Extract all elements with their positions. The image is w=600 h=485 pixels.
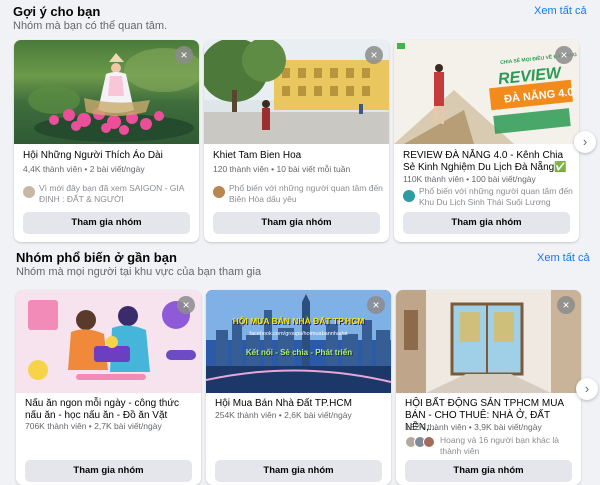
house-interior-photo (396, 290, 581, 393)
section-title: Gợi ý cho bạn (13, 4, 101, 19)
group-card[interactable]: HỘI MUA BÁN NHÀ ĐẤT TP.HCM facebook.com/… (206, 290, 391, 485)
group-stats: 120 thành viên • 10 bài viết mỗi tuần (213, 164, 351, 174)
group-reason-note: Phổ biến với những người quan tâm đến Bi… (229, 183, 383, 204)
avatar (423, 436, 435, 448)
group-cover-image[interactable]: CHIA SẺ MỌI ĐIỀU VỀ ĐÀ NẴNG REVIEW ĐÀ NẴ… (394, 40, 579, 144)
join-group-button[interactable]: Tham gia nhóm (213, 212, 380, 234)
group-reason-note: Vì mới đây bạn đã xem SAIGON - GIA ĐỊNH … (39, 183, 184, 204)
join-group-button[interactable]: Tham gia nhóm (405, 460, 572, 482)
group-name[interactable]: Nấu ăn ngon mỗi ngày - công thức nấu ăn … (25, 398, 195, 422)
popular-nearby-section: Nhóm phổ biến ở gần bạn Nhóm mà mọi ngườ… (0, 250, 600, 485)
group-stats: 706K thành viên • 2,7K bài viết/ngày (25, 421, 162, 431)
group-name[interactable]: REVIEW ĐÀ NẴNG 4.0 - Kênh Chia Sẻ Kinh N… (403, 150, 571, 174)
close-icon[interactable]: × (175, 46, 193, 64)
group-stats: 132K thành viên • 3,9K bài viết/ngày (405, 422, 542, 432)
banner-slogan: Kết nối - Sẻ chia - Phát triển (245, 348, 353, 357)
hcm-city-skyline (206, 290, 391, 393)
ao-dai-photo (28, 48, 199, 142)
avatar (213, 186, 225, 198)
group-card[interactable]: × Hội Những Người Thích Áo Dài 4,4K thàn… (14, 40, 199, 242)
school-photo (204, 40, 389, 144)
group-name[interactable]: Hội Mua Bán Nhà Đất TP.HCM (215, 398, 385, 410)
close-icon[interactable]: × (367, 296, 385, 314)
group-reason-note: Phổ biến với những người quan tâm đến Kh… (419, 186, 573, 207)
group-card[interactable]: × Khiet Tam Bien Hoa 120 thành viên • 10… (204, 40, 389, 242)
group-cover-image[interactable] (204, 40, 389, 144)
avatar (23, 186, 35, 198)
see-all-link[interactable]: Xem tất cả (537, 252, 590, 264)
suggested-section: Gợi ý cho bạn Nhóm mà bạn có thể quan tâ… (0, 0, 600, 250)
group-cover-image[interactable] (396, 290, 581, 393)
join-group-button[interactable]: Tham gia nhóm (25, 460, 192, 482)
section-title: Nhóm phổ biến ở gần bạn (16, 250, 177, 265)
group-stats: 110K thành viên • 100 bài viết/ngày (403, 174, 536, 184)
close-icon[interactable]: × (365, 46, 383, 64)
mutual-members-note: Hoang và 16 người bạn khác là thành viên (440, 435, 560, 456)
next-arrow-icon[interactable]: › (576, 378, 598, 400)
close-icon[interactable]: × (555, 46, 573, 64)
group-cover-image[interactable] (16, 290, 201, 393)
banner-title: HỘI MUA BÁN NHÀ ĐẤT TP.HCM (232, 316, 365, 326)
group-card[interactable]: × Nấu ăn ngon mỗi ngày - công thức nấu ă… (16, 290, 201, 485)
banner-url: facebook.com/groups/hoimuabannhadat (249, 331, 348, 337)
cooking-illustration (16, 290, 201, 393)
close-icon[interactable]: × (557, 296, 575, 314)
group-name[interactable]: Hội Những Người Thích Áo Dài (23, 150, 191, 162)
join-group-button[interactable]: Tham gia nhóm (403, 212, 570, 234)
join-group-button[interactable]: Tham gia nhóm (23, 212, 190, 234)
see-all-link[interactable]: Xem tất cả (534, 5, 587, 17)
group-cover-image[interactable]: HỘI MUA BÁN NHÀ ĐẤT TP.HCM facebook.com/… (206, 290, 391, 393)
group-stats: 254K thành viên • 2,6K bài viết/ngày (215, 410, 352, 420)
group-card[interactable]: × HỘI BẤT ĐỘNG SẢN TPHCM MUA BÁN - CHO T… (396, 290, 581, 485)
close-icon[interactable]: × (177, 296, 195, 314)
group-stats: 4,4K thành viên • 2 bài viết/ngày (23, 164, 145, 174)
avatar (403, 190, 415, 202)
section-subtitle: Nhóm mà mọi người tại khu vực của bạn th… (16, 266, 262, 278)
section-subtitle: Nhóm mà bạn có thể quan tâm. (13, 20, 168, 32)
next-arrow-icon[interactable]: › (574, 131, 596, 153)
join-group-button[interactable]: Tham gia nhóm (215, 460, 382, 482)
group-cover-image[interactable] (14, 40, 199, 144)
group-card[interactable]: CHIA SẺ MỌI ĐIỀU VỀ ĐÀ NẴNG REVIEW ĐÀ NẴ… (394, 40, 579, 242)
group-name[interactable]: Khiet Tam Bien Hoa (213, 150, 381, 162)
